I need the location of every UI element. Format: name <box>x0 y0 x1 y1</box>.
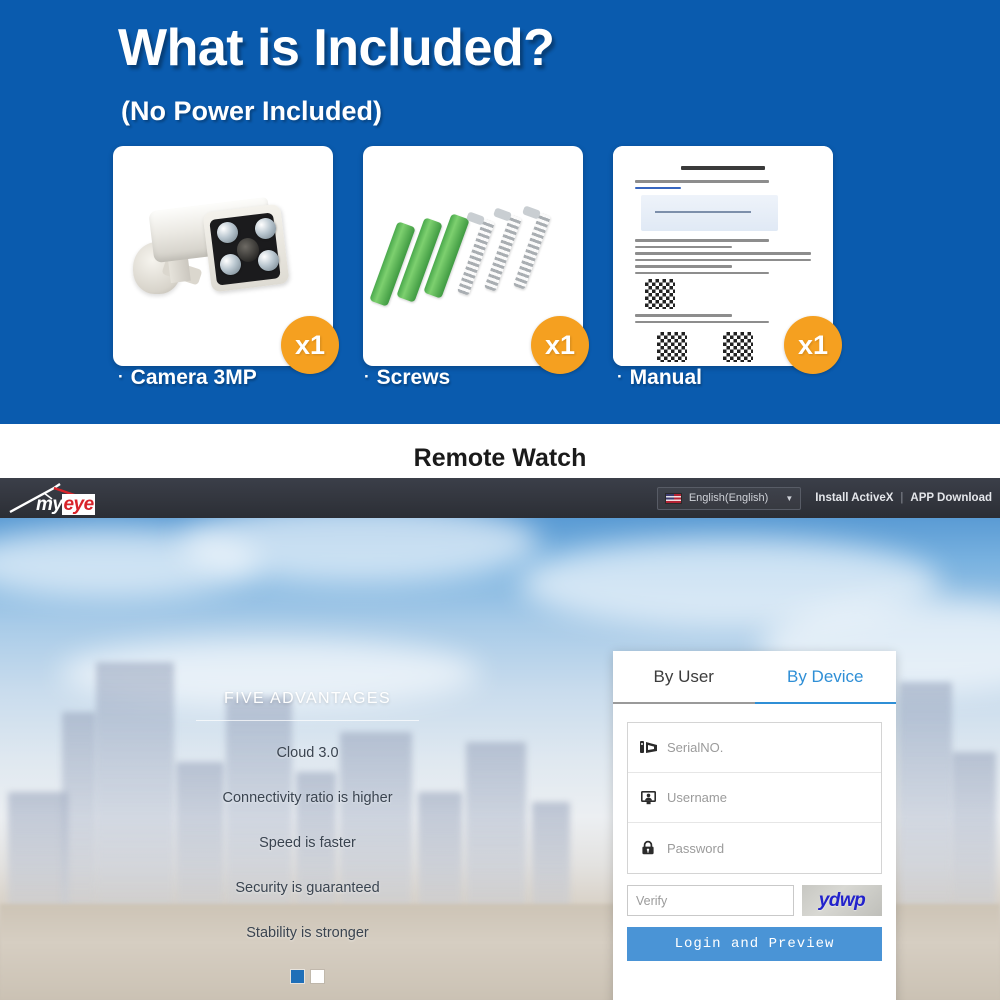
section-heading: Remote Watch <box>413 444 587 472</box>
verify-row: Verify ydwp <box>627 885 882 916</box>
password-field[interactable]: Password <box>628 823 881 873</box>
product-label-camera: · Camera 3MP <box>118 366 257 390</box>
skyline-building <box>466 742 526 912</box>
advantages-title: FIVE ADVANTAGES <box>223 690 392 707</box>
manual-text-line <box>635 186 681 189</box>
login-panel: By User By Device SerialNO. Username Pas… <box>613 651 896 1000</box>
manual-text-line <box>635 180 769 183</box>
advantages-divider <box>196 720 419 721</box>
advantage-item: Connectivity ratio is higher <box>222 790 393 806</box>
language-label: English(English) <box>688 492 769 504</box>
carousel-dot-active[interactable] <box>291 970 304 983</box>
remote-watch-screenshot: myeye English(English) ▼ Install ActiveX… <box>0 478 1000 1000</box>
manual-text-line <box>635 245 732 248</box>
manual-text-line <box>635 258 811 261</box>
user-monitor-icon <box>640 790 658 806</box>
device-camera-icon <box>640 740 658 756</box>
logo-eye-text: eye <box>62 494 95 515</box>
advantages-panel: FIVE ADVANTAGES Cloud 3.0 Connectivity r… <box>190 690 425 983</box>
manual-qr-code <box>723 332 753 362</box>
skyline-building <box>900 682 952 912</box>
page-root: What is Included? (No Power Included) x1… <box>0 0 1000 1000</box>
manual-qr-code <box>657 332 687 362</box>
myeye-logo: myeye <box>8 482 126 516</box>
manual-text-line <box>635 252 811 255</box>
language-selector[interactable]: English(English) ▼ <box>656 486 802 510</box>
serial-no-placeholder: SerialNO. <box>667 740 724 755</box>
manual-qr-code <box>645 279 675 309</box>
advantage-item: Stability is stronger <box>246 925 369 941</box>
skyline-building <box>8 792 68 912</box>
manual-text-line <box>635 271 769 274</box>
promo-section: What is Included? (No Power Included) x1… <box>0 0 1000 424</box>
logo-my-text: my <box>36 494 63 515</box>
skyline-building <box>62 712 96 912</box>
page-title: What is Included? <box>118 19 555 77</box>
webui-navbar: myeye English(English) ▼ Install ActiveX… <box>0 478 1000 518</box>
carousel-dot[interactable] <box>311 970 324 983</box>
lock-icon <box>640 840 658 856</box>
bullet-icon: · <box>364 367 370 386</box>
quantity-badge: x1 <box>784 316 842 374</box>
advantage-item: Security is guaranteed <box>235 880 380 896</box>
password-placeholder: Password <box>667 840 725 856</box>
captcha-image[interactable]: ydwp <box>802 885 882 916</box>
username-field[interactable]: Username <box>628 773 881 823</box>
carousel-pager <box>190 970 425 983</box>
product-label-screws: · Screws <box>364 366 450 390</box>
chevron-down-icon: ▼ <box>785 493 794 503</box>
advantage-item: Speed is faster <box>259 835 356 851</box>
login-fields: SerialNO. Username Password <box>627 722 882 874</box>
login-tabs: By User By Device <box>613 651 896 704</box>
promo-subtitle: (No Power Included) <box>121 96 383 126</box>
username-placeholder: Username <box>667 790 727 805</box>
install-activex-link[interactable]: Install ActiveX <box>815 492 893 504</box>
verify-input[interactable]: Verify <box>627 885 794 916</box>
screw-head <box>492 207 513 222</box>
screw-head <box>465 211 486 226</box>
screw-head <box>521 205 542 220</box>
tab-by-device[interactable]: By Device <box>754 651 897 704</box>
nav-separator: | <box>900 492 904 504</box>
logo-text: myeye <box>36 494 95 516</box>
us-flag-icon <box>664 492 682 504</box>
hero-background: FIVE ADVANTAGES Cloud 3.0 Connectivity r… <box>0 518 1000 1000</box>
manual-text-line <box>635 265 732 268</box>
skyline-building <box>532 802 570 912</box>
quantity-badge: x1 <box>281 316 339 374</box>
login-and-preview-button[interactable]: Login and Preview <box>627 927 882 961</box>
app-download-link[interactable]: APP Download <box>910 492 992 504</box>
product-label-manual: · Manual <box>617 366 702 390</box>
serial-no-field[interactable]: SerialNO. <box>628 723 881 773</box>
bullet-icon: · <box>118 367 124 386</box>
skyline-building <box>952 752 996 912</box>
manual-text-line <box>635 314 732 317</box>
skyline-building <box>96 662 174 912</box>
product-label-text: Manual <box>629 366 703 389</box>
product-label-text: Camera 3MP <box>130 366 257 389</box>
product-label-text: Screws <box>376 366 451 389</box>
manual-text-line <box>635 320 769 323</box>
manual-text-line <box>635 239 769 242</box>
manual-doc-title <box>681 166 765 170</box>
bullet-icon: · <box>617 367 623 386</box>
quantity-badge: x1 <box>531 316 589 374</box>
manual-diagram <box>641 195 779 231</box>
advantage-item: Cloud 3.0 <box>276 745 339 761</box>
navbar-right-group: English(English) ▼ Install ActiveX | APP… <box>656 478 992 518</box>
tab-by-user[interactable]: By User <box>613 651 755 702</box>
